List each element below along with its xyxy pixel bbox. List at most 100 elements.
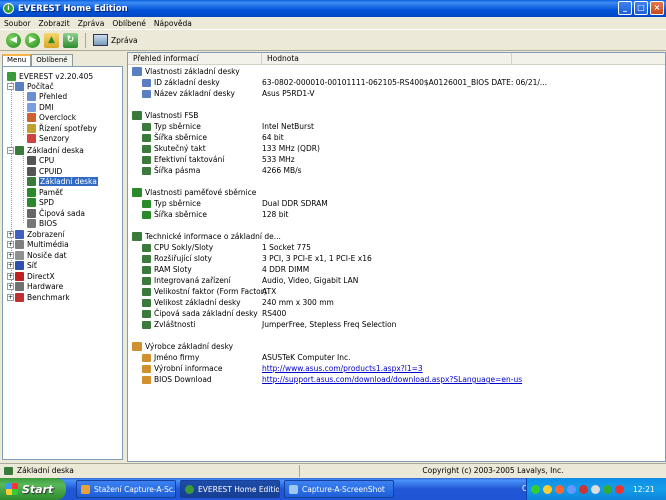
detail-row[interactable]: BIOS Download http://support.asus.com/dow… <box>128 374 665 385</box>
property-name: Jméno firmy <box>154 353 200 362</box>
detail-row[interactable]: Jméno firmy ASUSTeK Computer Inc. <box>128 352 665 363</box>
tree-item[interactable]: Senzory <box>27 134 69 145</box>
detail-row[interactable]: Čipová sada základní desky RS400 <box>128 308 665 319</box>
section-header[interactable]: Technické informace o základní de... <box>128 231 665 242</box>
tree-item[interactable]: BIOS <box>27 219 57 230</box>
menu-help[interactable]: Nápověda <box>150 19 196 28</box>
column-header-value[interactable]: Hodnota <box>262 53 512 65</box>
title-bar[interactable]: i EVEREST Home Edition _ □ × <box>0 0 666 17</box>
detail-row[interactable]: Typ sběrnice Intel NetBurst <box>128 121 665 132</box>
tree-item[interactable]: DirectX <box>15 271 55 282</box>
minimize-button[interactable]: _ <box>618 1 632 15</box>
detail-row[interactable]: Výrobní informace http://www.asus.com/pro… <box>128 363 665 374</box>
column-header-field[interactable]: Přehled informací <box>128 53 262 65</box>
maximize-button[interactable]: □ <box>634 1 648 15</box>
property-icon <box>142 364 151 373</box>
property-name: Efektivní taktování <box>154 155 225 164</box>
expand-toggle[interactable]: + <box>7 283 14 290</box>
tree-item-label: Overclock <box>39 113 77 123</box>
up-folder-icon[interactable]: ▲ <box>44 32 59 48</box>
detail-row[interactable]: RAM Sloty 4 DDR DIMM <box>128 264 665 275</box>
detail-row[interactable]: ID základní desky 63-0802-000010-00101111… <box>128 77 665 88</box>
detail-row[interactable]: Rozšiřující sloty 3 PCI, 3 PCI-E x1, 1 PC… <box>128 253 665 264</box>
tree-item[interactable]: Multimédia <box>15 240 69 251</box>
expand-toggle[interactable]: + <box>7 293 14 301</box>
property-value: 3 PCI, 3 PCI-E x1, 1 PCI-E x16 <box>262 254 372 263</box>
expand-toggle[interactable]: + <box>7 230 14 238</box>
back-arrow-icon[interactable]: ◀ <box>6 32 21 48</box>
report-button[interactable]: Zpráva <box>93 34 138 46</box>
tree-item[interactable]: Overclock <box>27 113 76 124</box>
tab-menu[interactable]: Menu <box>2 54 32 66</box>
menu-file[interactable]: Soubor <box>0 19 35 28</box>
tree-item[interactable]: Řízení spotřeby <box>27 123 97 134</box>
tree-item[interactable]: SPD <box>27 198 54 209</box>
tray-network-icon[interactable] <box>567 484 576 494</box>
tree-item[interactable]: Zobrazení <box>15 229 65 240</box>
section-header[interactable]: Vlastnosti FSB <box>128 110 665 121</box>
windows-flag-icon <box>6 483 18 495</box>
start-button[interactable]: Start <box>0 478 66 500</box>
taskbar-item-everest[interactable]: EVEREST Home Edition <box>180 480 280 498</box>
tray-volume-icon[interactable] <box>591 484 600 494</box>
tree-item[interactable]: DMI <box>27 102 53 113</box>
detail-row[interactable]: Název základní desky Asus P5RD1-V <box>128 88 665 99</box>
tree-item[interactable]: EVEREST v2.20.405 <box>7 71 93 82</box>
menu-favorites[interactable]: Oblíbené <box>108 19 150 28</box>
tray-antivirus-icon[interactable] <box>579 484 588 494</box>
expand-toggle[interactable]: + <box>7 251 14 259</box>
detail-row[interactable]: Velikostní faktor (Form Factor) ATX <box>128 286 665 297</box>
detail-row[interactable]: Šířka sběrnice 128 bit <box>128 209 665 220</box>
tree-item[interactable]: Paměť <box>27 187 63 198</box>
detail-row[interactable]: Efektivní taktování 533 MHz <box>128 154 665 165</box>
tree-item[interactable]: CPU <box>27 156 54 167</box>
tray-security-icon[interactable] <box>555 484 564 494</box>
tree-item[interactable]: Přehled <box>27 92 67 103</box>
menu-view[interactable]: Zobrazit <box>35 19 74 28</box>
detail-row[interactable]: Typ sběrnice Dual DDR SDRAM <box>128 198 665 209</box>
detail-row[interactable]: CPU Sokly/Sloty 1 Socket 775 <box>128 242 665 253</box>
tree-item[interactable]: Hardware <box>15 282 63 293</box>
tray-green-icon[interactable] <box>531 484 540 494</box>
collapse-toggle[interactable]: − <box>7 82 14 90</box>
tree-item[interactable]: Základní deska <box>27 177 98 188</box>
tree-item[interactable]: Počítač <box>15 81 54 92</box>
section-header[interactable]: Výrobce základní desky <box>128 341 665 352</box>
taskbar-item-capture[interactable]: Capture-A-ScreenShot <box>284 480 394 498</box>
tray-warning-icon[interactable] <box>543 484 552 494</box>
navigation-tree[interactable]: EVEREST v2.20.405− Počítač Přehled DMI Overc… <box>2 66 123 460</box>
detail-row[interactable]: Zvláštnosti JumperFree, Stepless Freq Sel… <box>128 319 665 330</box>
taskbar-item-download[interactable]: Stažení Capture-A-Sc... <box>76 480 176 498</box>
tree-item[interactable]: Nosiče dat <box>15 250 67 261</box>
close-button[interactable]: × <box>650 1 664 15</box>
directx-icon <box>15 271 24 281</box>
expand-toggle[interactable]: + <box>7 262 14 269</box>
tray-alert-icon[interactable] <box>615 484 624 494</box>
expand-toggle[interactable]: + <box>7 272 14 280</box>
tree-item[interactable]: Čipová sada <box>27 208 85 219</box>
menu-report[interactable]: Zpráva <box>74 19 109 28</box>
tree-item[interactable]: Základní deska <box>15 145 84 156</box>
tree-item[interactable]: Síť <box>15 261 37 272</box>
forward-arrow-icon[interactable]: ▶ <box>25 32 40 48</box>
detail-row[interactable]: Integrovaná zařízení Audio, Video, Gigabi… <box>128 275 665 286</box>
detail-row[interactable]: Šířka sběrnice 64 bit <box>128 132 665 143</box>
tree-item[interactable]: Benchmark <box>15 292 70 303</box>
property-link[interactable]: http://www.asus.com/products1.aspx?l1=3 <box>262 364 423 373</box>
tray-app-icon[interactable] <box>603 484 612 494</box>
tab-favorites[interactable]: Oblíbené <box>31 54 73 66</box>
tree-item[interactable]: CPUID <box>27 166 62 177</box>
detail-row[interactable]: Skutečný takt 133 MHz (QDR) <box>128 143 665 154</box>
section-header[interactable]: Vlastnosti paměťové sběrnice <box>128 187 665 198</box>
refresh-icon[interactable]: ↻ <box>63 32 78 48</box>
tree-item-label: DMI <box>39 102 54 112</box>
expand-toggle[interactable]: + <box>7 241 14 248</box>
collapse-toggle[interactable]: − <box>7 146 14 154</box>
detail-row[interactable]: Velikost základní desky 240 mm x 300 mm <box>128 297 665 308</box>
property-link[interactable]: http://support.asus.com/download/downloa… <box>262 375 522 384</box>
clock[interactable]: 12:21 <box>633 485 655 494</box>
section-header[interactable]: Vlastnosti základní desky <box>128 66 665 77</box>
property-name: Šířka sběrnice <box>154 133 207 142</box>
property-value: RS400 <box>262 309 287 318</box>
detail-row[interactable]: Šířka pásma 4266 MB/s <box>128 165 665 176</box>
